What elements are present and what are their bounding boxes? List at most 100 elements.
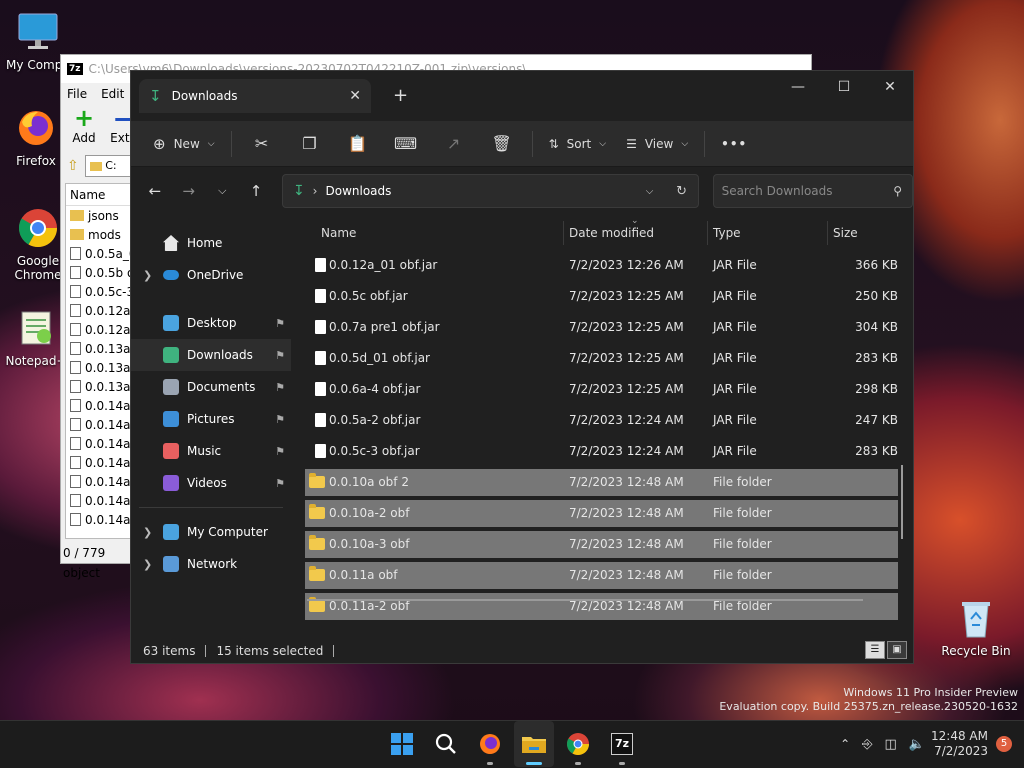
table-row[interactable]: 0.0.7a pre1 obf.jar 7/2/2023 12:25 AM JAR … <box>305 314 898 341</box>
up-folder-icon[interactable]: ⇧ <box>67 158 79 174</box>
cut-button[interactable]: ✂ <box>238 127 286 161</box>
chevron-down-icon[interactable]: ⌵ <box>634 186 666 197</box>
list-item[interactable]: 0.0.12a_0 <box>66 320 136 339</box>
column-divider[interactable] <box>827 221 828 245</box>
list-item[interactable]: 0.0.5c-3 c <box>66 282 136 301</box>
table-row[interactable]: 0.0.6a-4 obf.jar 7/2/2023 12:25 AM JAR Fil… <box>305 376 898 403</box>
sidebar-item-onedrive[interactable]: ❯ OneDrive <box>131 259 291 291</box>
column-date-modified[interactable]: Date modified <box>569 215 654 251</box>
minimize-button[interactable]: — <box>775 71 821 103</box>
table-row[interactable]: 0.0.5a-2 obf.jar 7/2/2023 12:24 AM JAR Fil… <box>305 407 898 434</box>
tiles-view-button[interactable]: ▣ <box>887 641 907 659</box>
column-divider[interactable] <box>707 221 708 245</box>
sidebar-item-my-computer[interactable]: ❯ My Computer <box>131 516 291 548</box>
7zip-menu-edit[interactable]: Edit <box>101 87 124 101</box>
taskbar-chrome[interactable] <box>558 721 598 767</box>
table-row[interactable]: 0.0.5c obf.jar 7/2/2023 12:25 AM JAR File 2… <box>305 283 898 310</box>
display-icon[interactable]: ◫ <box>885 737 897 752</box>
list-item[interactable]: 0.0.5a_01 <box>66 244 136 263</box>
sidebar-item-home[interactable]: Home <box>131 227 291 259</box>
sidebar-item-music[interactable]: Music ⚑ <box>131 435 291 467</box>
taskbar-7zip[interactable]: 7z <box>602 721 642 767</box>
desktop-icon-recycle-bin[interactable]: Recycle Bin <box>940 596 1012 658</box>
delete-button[interactable]: 🗑 <box>478 127 526 161</box>
notification-badge[interactable]: 5 <box>996 736 1012 752</box>
list-item[interactable]: 0.0.13a_0 <box>66 358 136 377</box>
copy-button[interactable]: ❐ <box>286 127 334 161</box>
taskbar-firefox[interactable] <box>470 721 510 767</box>
back-button[interactable]: ← <box>139 175 171 207</box>
7zip-add-button[interactable]: + Add <box>67 105 101 145</box>
pin-icon[interactable]: ⚑ <box>275 381 285 394</box>
horizontal-scrollbar[interactable] <box>307 599 863 601</box>
pin-icon[interactable]: ⚑ <box>275 349 285 362</box>
sidebar-item-downloads[interactable]: Downloads ⚑ <box>131 339 291 371</box>
table-row[interactable]: 0.0.10a obf 2 7/2/2023 12:48 AM File folde… <box>305 469 898 496</box>
table-row[interactable]: 0.0.5c-3 obf.jar 7/2/2023 12:24 AM JAR Fil… <box>305 438 898 465</box>
sort-button[interactable]: ⇅ Sort ⌵ <box>539 127 617 161</box>
pin-icon[interactable]: ⚑ <box>275 317 285 330</box>
view-button[interactable]: ☰ View ⌵ <box>616 127 698 161</box>
forward-button[interactable]: → <box>173 175 205 207</box>
7zip-file-list[interactable]: Name jsonsmods0.0.5a_010.0.5b ob0.0.5c-3… <box>65 183 137 539</box>
chevron-right-icon[interactable]: ❯ <box>143 526 152 539</box>
sidebar-item-pictures[interactable]: Pictures ⚑ <box>131 403 291 435</box>
recent-locations-button[interactable]: ⌵ <box>206 175 238 207</box>
sidebar-item-desktop[interactable]: Desktop ⚑ <box>131 307 291 339</box>
column-size[interactable]: Size <box>833 215 858 251</box>
paste-button[interactable]: 📋 <box>334 127 382 161</box>
column-type[interactable]: Type <box>713 215 741 251</box>
file-explorer-window[interactable]: ↧ Downloads ✕ + — ☐ ✕ ⊕ New ⌵ ✂ ❐ 📋 ⌨ ↗ … <box>130 70 914 664</box>
more-options-button[interactable]: ••• <box>711 127 757 161</box>
volume-icon[interactable]: 🔈 <box>909 737 925 752</box>
list-item[interactable]: 0.0.13a_0 <box>66 339 136 358</box>
list-item[interactable]: 0.0.14a_0 <box>66 491 136 510</box>
show-hidden-icons-chevron-icon[interactable]: ⌃ <box>840 737 850 751</box>
list-item[interactable]: 0.0.14a o <box>66 396 136 415</box>
details-view-button[interactable]: ☰ <box>865 641 885 659</box>
taskbar-file-explorer[interactable] <box>514 721 554 767</box>
vertical-scrollbar[interactable] <box>901 465 903 539</box>
refresh-icon[interactable]: ↻ <box>666 184 698 199</box>
list-item[interactable]: 0.0.14a_0 <box>66 434 136 453</box>
list-item[interactable]: 0.0.14a p <box>66 415 136 434</box>
table-row[interactable]: 0.0.12a_01 obf.jar 7/2/2023 12:26 AM JAR F… <box>305 252 898 279</box>
share-button[interactable]: ↗ <box>430 127 478 161</box>
column-name[interactable]: Name <box>321 215 356 251</box>
chevron-right-icon[interactable]: ❯ <box>143 558 152 571</box>
table-row[interactable]: 0.0.5d_01 obf.jar 7/2/2023 12:25 AM JAR Fi… <box>305 345 898 372</box>
new-button[interactable]: ⊕ New ⌵ <box>143 127 225 161</box>
list-item[interactable]: 0.0.12ade <box>66 301 136 320</box>
pin-icon[interactable]: ⚑ <box>275 477 285 490</box>
close-tab-icon[interactable]: ✕ <box>349 88 361 104</box>
list-item[interactable]: mods <box>66 225 136 244</box>
clock[interactable]: 12:48 AM 7/2/2023 <box>931 729 988 759</box>
list-item[interactable]: 0.0.13a_0 <box>66 377 136 396</box>
column-divider[interactable] <box>563 221 564 245</box>
chevron-right-icon[interactable]: ❯ <box>143 269 152 282</box>
start-button[interactable] <box>382 721 422 767</box>
file-list[interactable]: Name Date modified ⌄ Type Size 0.0.12a_0… <box>305 215 913 635</box>
7zip-column-name[interactable]: Name <box>66 184 136 206</box>
network-disconnected-icon[interactable]: ⎆ <box>862 737 872 752</box>
rename-button[interactable]: ⌨ <box>382 127 430 161</box>
new-tab-button[interactable]: + <box>393 85 408 106</box>
taskbar-search-button[interactable] <box>426 721 466 767</box>
7zip-menu-file[interactable]: File <box>67 87 87 101</box>
up-button[interactable]: ↑ <box>240 175 272 207</box>
tab-downloads[interactable]: ↧ Downloads ✕ <box>139 79 371 113</box>
table-row[interactable]: 0.0.10a-3 obf 7/2/2023 12:48 AM File folde… <box>305 531 898 558</box>
breadcrumb-downloads[interactable]: Downloads <box>325 184 391 198</box>
close-window-button[interactable]: ✕ <box>867 71 913 103</box>
list-item[interactable]: 0.0.14a_0 <box>66 510 136 529</box>
pin-icon[interactable]: ⚑ <box>275 445 285 458</box>
list-item[interactable]: 0.0.5b ob <box>66 263 136 282</box>
table-row[interactable]: 0.0.10a-2 obf 7/2/2023 12:48 AM File folde… <box>305 500 898 527</box>
pin-icon[interactable]: ⚑ <box>275 413 285 426</box>
maximize-button[interactable]: ☐ <box>821 71 867 103</box>
sidebar-item-network[interactable]: ❯ Network <box>131 548 291 580</box>
sidebar-item-documents[interactable]: Documents ⚑ <box>131 371 291 403</box>
list-item[interactable]: jsons <box>66 206 136 225</box>
list-item[interactable]: 0.0.14a_0 <box>66 453 136 472</box>
list-item[interactable]: 0.0.14a_0 <box>66 472 136 491</box>
